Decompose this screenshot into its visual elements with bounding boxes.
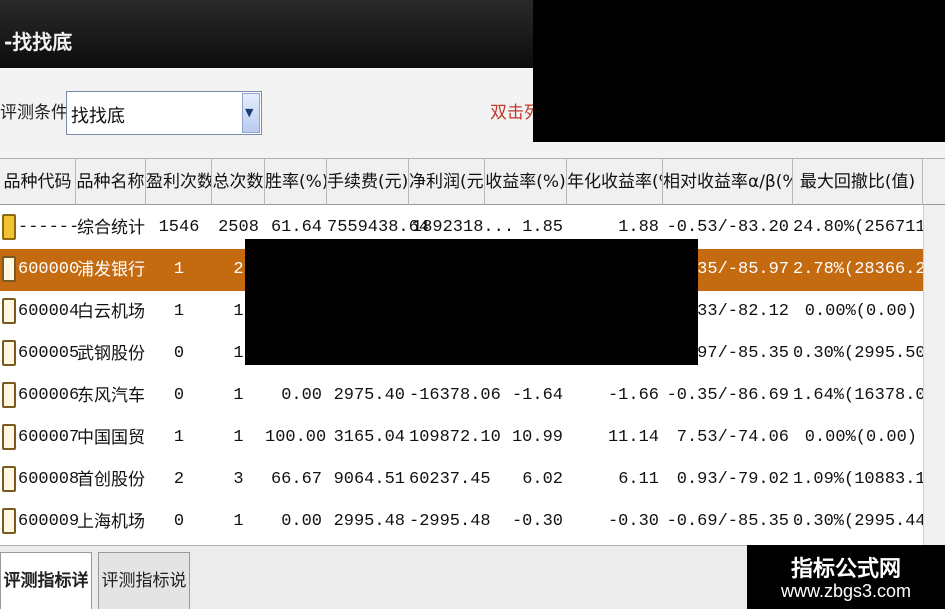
cell-max-drawdown: 0.00%(0.00) [804,428,917,447]
stock-icon [2,508,16,534]
cell-code: ------ [18,218,80,237]
cell-fee: 2995.48 [333,512,405,531]
cell-win-count: 0 [173,344,185,363]
results-table: 品种代码 品种名称 盈利次数 总次数 胜率(%) 手续费(元) 净利润(元) 收… [0,158,945,546]
cell-total-count: 1 [233,428,244,447]
dropdown-button[interactable]: ▼ [242,93,260,133]
cell-win-rate: 0.00 [281,512,322,531]
cell-win-count: 1 [173,428,185,447]
cell-win-count: 1 [173,302,185,321]
chevron-down-icon: ▼ [245,106,254,119]
cell-name: 东风汽车 [77,386,145,406]
cell-net-profit: -2995.48 [409,512,491,531]
cell-max-drawdown: 0.30%(2995.50) [793,344,936,363]
cell-max-drawdown: 1.09%(10883.19) [793,470,945,489]
cell-annual-return: 11.14 [607,428,659,447]
column-header[interactable]: 品种代码 [0,159,76,205]
stock-icon [2,382,16,408]
cell-code: 600009 [18,512,80,531]
site-watermark: 指标公式网 www.zbgs3.com [747,545,945,609]
cell-total-count: 3 [233,470,244,489]
cell-alpha-beta: -0.69/-85.35 [666,512,789,531]
cell-max-drawdown: 0.30%(2995.44) [793,512,936,531]
condition-select[interactable]: 找找底 ▼ [66,91,262,135]
cell-return: -0.30 [511,512,563,531]
cell-net-profit: -16378.06 [409,386,501,405]
cell-win-rate: 0.00 [281,386,322,405]
cell-return: -1.64 [511,386,563,405]
column-header[interactable]: 手续费(元) [327,159,409,205]
cell-code: 600007 [18,428,80,447]
cell-code: 600008 [18,470,80,489]
cell-code: 600004 [18,302,80,321]
cell-win-count: 0 [173,386,185,405]
cell-win-count: 2 [173,470,185,489]
stock-icon [2,340,16,366]
redaction-block-table [245,239,698,365]
stock-icon [2,256,16,282]
cell-win-rate: 100.00 [265,428,327,447]
cell-code: 600000 [18,260,80,279]
condition-label: 评测条件: [0,103,74,123]
table-row[interactable]: 600009 上海机场 0 1 0.00 2995.48 -2995.48 -0… [0,501,945,543]
cell-total-count: 1 [233,512,244,531]
table-row[interactable]: 600008 首创股份 2 3 66.67 9064.51 60237.45 6… [0,459,945,501]
cell-win-rate: 66.67 [270,470,322,489]
table-row[interactable]: 600006 东风汽车 0 1 0.00 2975.40 -16378.06 -… [0,375,945,417]
cell-fee: 9064.51 [333,470,405,489]
cell-annual-return: -1.66 [607,386,659,405]
cell-code: 600006 [18,386,80,405]
cell-net-profit: 109872.10 [409,428,501,447]
column-header[interactable]: 盈利次数 [146,159,212,205]
tab-indicator-details[interactable]: 评测指标详情 [0,552,92,609]
watermark-url: www.zbgs3.com [780,581,912,601]
cell-name: 上海机场 [77,512,145,532]
column-header[interactable]: 净利润(元) [409,159,485,205]
stock-icon [2,466,16,492]
summary-icon [2,214,16,240]
cell-fee: 3165.04 [333,428,405,447]
condition-select-value: 找找底 [71,106,125,127]
cell-name: 中国国贸 [77,428,145,448]
cell-alpha-beta: 7.53/-74.06 [676,428,789,447]
cell-return: 6.02 [522,470,563,489]
stock-icon [2,424,16,450]
cell-win-count: 0 [173,512,185,531]
cell-net-profit: 60237.45 [409,470,491,489]
cell-return: 10.99 [511,428,563,447]
cell-win-count: 1 [173,260,185,279]
cell-code: 600005 [18,344,80,363]
cell-annual-return: -0.30 [607,512,659,531]
cell-max-drawdown: 24.80%(256711.75) [793,218,945,237]
cell-annual-return: 6.11 [618,470,659,489]
column-header[interactable]: 相对收益率α/β(%) [663,159,793,205]
cell-name: 武钢股份 [77,344,145,364]
column-header[interactable]: 年化收益率(%) [567,159,663,205]
cell-name: 白云机场 [77,302,145,322]
tab-indicator-description[interactable]: 评测指标说明 [98,552,190,609]
cell-win-count: 1546 [158,218,200,237]
cell-max-drawdown: 0.00%(0.00) [804,302,917,321]
column-header[interactable]: 品种名称 [76,159,146,205]
watermark-title: 指标公式网 [790,557,901,582]
window-title: -找找底 [4,30,73,54]
cell-max-drawdown: 1.64%(16378.06) [793,386,945,405]
cell-max-drawdown: 2.78%(28366.25) [793,260,945,279]
cell-fee: 2975.40 [333,386,405,405]
cell-alpha-beta: -0.35/-86.69 [666,386,789,405]
table-row[interactable]: 600007 中国国贸 1 1 100.00 3165.04 109872.10… [0,417,945,459]
column-header[interactable]: 总次数 [212,159,265,205]
cell-name: 首创股份 [77,470,145,490]
vertical-scrollbar[interactable] [923,205,945,546]
redaction-block-top [533,0,945,142]
cell-name: 浦发银行 [77,260,145,280]
stock-icon [2,298,16,324]
table-header: 品种代码 品种名称 盈利次数 总次数 胜率(%) 手续费(元) 净利润(元) 收… [0,159,945,205]
column-header[interactable]: 最大回撤比(值) [793,159,923,205]
cell-total-count: 1 [233,386,244,405]
cell-alpha-beta: 0.93/-79.02 [676,470,789,489]
cell-name: 综合统计 [77,218,145,238]
column-header[interactable]: 收益率(%) [485,159,567,205]
column-header[interactable]: 胜率(%) [265,159,327,205]
